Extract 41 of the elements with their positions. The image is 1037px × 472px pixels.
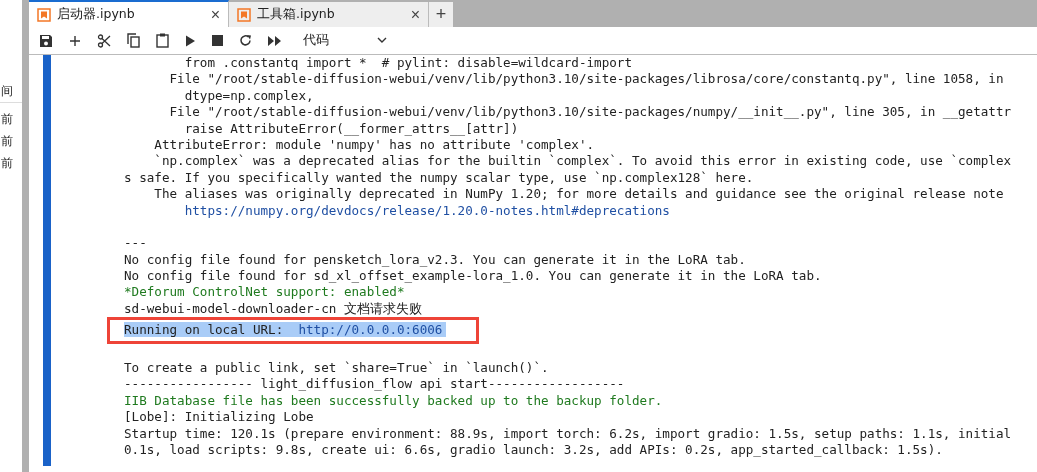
output-line: The aliases was originally deprecated in NumPy 1.20; for more details and guidance see the original release note <box>153 186 1005 203</box>
output-line: raise AttributeError(__former_attrs__[attr]) <box>183 120 520 137</box>
output-line: sd-webui-model-downloader-cn 文档请求失败 <box>124 300 423 318</box>
chevron-down-icon <box>377 37 387 44</box>
output-line: dtype=np.complex, <box>183 87 315 105</box>
output-line: AttributeError: module 'numpy' has no attribute 'complex'. <box>153 136 596 154</box>
save-icon[interactable] <box>39 33 53 48</box>
output-line: ----------------- light_diffusion_flow api start------------------ <box>124 376 626 393</box>
output-line: from .constantq import * # pylint: disable=wildcard-import <box>183 55 633 72</box>
notebook-icon <box>37 7 51 22</box>
cell-type-dropdown[interactable]: 代码 <box>303 32 387 49</box>
notebook-icon <box>237 7 251 22</box>
close-icon[interactable]: × <box>410 5 420 24</box>
fast-forward-icon[interactable] <box>268 35 281 46</box>
output-line: File "/root/stable-diffusion-webui/venv/lib/python3.10/site-packages/numpy/__init__.py", line 305, in __getattr <box>168 104 1012 121</box>
notebook-tab[interactable]: 工具箱.ipynb × <box>229 2 429 27</box>
copy-icon[interactable] <box>127 33 140 48</box>
output-line: To create a public link, set `share=True` in `launch()`. <box>124 360 550 377</box>
output-line: File "/root/stable-diffusion-webui/venv/lib/python3.10/site-packages/librosa/core/constantq.py", line 1058, in <box>168 71 1005 88</box>
notebook-tab[interactable]: 启动器.ipynb × <box>29 0 229 27</box>
output-line: *Deforum ControlNet support: enabled* <box>124 284 406 301</box>
output-line: IIB Database file has been successfully backed up to the backup folder. <box>124 392 664 410</box>
add-icon[interactable] <box>69 34 81 47</box>
clipboard-icon[interactable] <box>156 33 169 48</box>
output-line: [Lobe]: Initializing Lobe <box>124 409 315 426</box>
cut-icon[interactable] <box>97 33 111 48</box>
new-tab-button[interactable]: + <box>429 2 453 27</box>
output-line: s safe. If you specifically wanted the numpy scalar type, use `np.complex128` here. <box>124 169 755 187</box>
output-line: No config file found for pensketch_lora_v2.3. You can generate it in the LoRA tab. <box>124 251 747 269</box>
output-link[interactable]: https://numpy.org/devdocs/release/1.20.0-notes.html#deprecations <box>124 202 670 218</box>
restart-icon[interactable] <box>239 34 252 47</box>
sidebar-item[interactable]: 前 <box>0 152 22 174</box>
output-line: Startup time: 120.1s (prepare environment: 88.9s, import torch: 6.2s, import gradio: 1.5s, setup paths: 1.1s, initial <box>124 425 1012 442</box>
output-line: `np.complex` was a deprecated alias for the builtin `complex`. To avoid this error in existing code, use `complex <box>153 153 1012 170</box>
output-line: --- <box>124 235 148 252</box>
output-line: No config file found for sd_xl_offset_example-lora_1.0. You can generate it in the LoRA tab. <box>124 268 823 285</box>
run-icon[interactable] <box>185 34 196 47</box>
sidebar-item[interactable]: 前 <box>0 130 22 152</box>
close-icon[interactable]: × <box>210 5 220 24</box>
output-line: 0.1s, load scripts: 9.8s, create ui: 6.6s, gradio launch: 3.2s, add APIs: 0.2s, app_started_callback: 1.5s). <box>124 442 944 459</box>
sidebar-item[interactable]: 前 <box>0 108 22 130</box>
